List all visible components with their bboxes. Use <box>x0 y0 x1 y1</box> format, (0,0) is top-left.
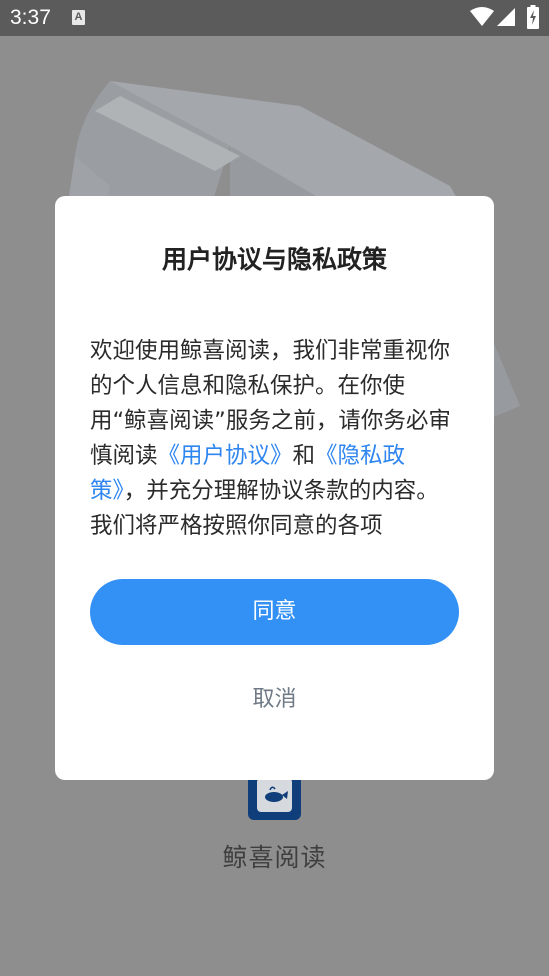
dialog-body: 欢迎使用鲸喜阅读，我们非常重视你的个人信息和隐私保护。在你使用“鲸喜阅读”服务之… <box>90 334 460 545</box>
signal-icon <box>497 8 515 26</box>
a-notification-icon: A <box>72 10 85 25</box>
battery-charging-icon <box>527 5 539 29</box>
screen: 3:37 A 鲸喜阅读 用户协议与隐私政策 欢迎使用鲸喜阅读，我们非常重视你的个… <box>0 0 549 976</box>
dialog-body-rest: ，并充分理解协议条款的内容。我们将严格按照你同意的各项 <box>90 478 439 539</box>
status-bar: 3:37 A <box>0 0 549 36</box>
user-agreement-link[interactable]: 《用户协议》 <box>158 443 293 469</box>
dialog-title: 用户协议与隐私政策 <box>161 245 387 274</box>
status-time: 3:37 <box>10 6 51 29</box>
wifi-icon <box>470 7 494 26</box>
agree-button[interactable]: 同意 <box>90 579 459 645</box>
cancel-button[interactable]: 取消 <box>90 678 459 722</box>
privacy-dialog: 用户协议与隐私政策 欢迎使用鲸喜阅读，我们非常重视你的个人信息和隐私保护。在你使… <box>55 196 494 780</box>
dialog-body-and: 和 <box>292 443 316 469</box>
app-name: 鲸喜阅读 <box>222 843 327 872</box>
